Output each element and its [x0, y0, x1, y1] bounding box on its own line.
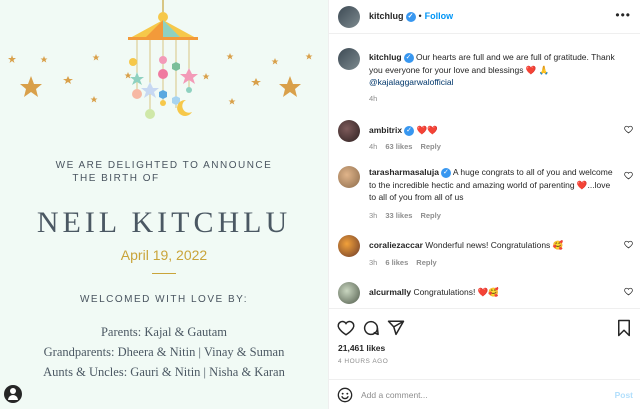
comment-time: 4h — [369, 142, 378, 151]
avatar[interactable] — [338, 6, 360, 28]
comment-emojis: ❤️ — [576, 179, 588, 190]
reply-button[interactable]: Reply — [420, 211, 440, 220]
like-comment-icon[interactable] — [624, 287, 633, 296]
comment-username[interactable]: coraliezaccar — [369, 240, 423, 250]
tagged-users-icon[interactable] — [4, 385, 22, 403]
caption-username[interactable]: kitchlug — [369, 52, 402, 62]
family-line-aunts-uncles: Aunts & Uncles: Gauri & Nitin | Nisha & … — [43, 365, 285, 379]
separator-dot: • — [418, 11, 422, 21]
like-comment-icon[interactable] — [624, 171, 633, 180]
post-panel: kitchlug ✓ • Follow ••• kitchlug ✓ Our heart… — [328, 0, 640, 409]
comment-username[interactable]: tarasharmasaluja — [369, 167, 439, 177]
comment-username[interactable]: alcurmally — [369, 287, 411, 297]
comment-time: 3h — [369, 211, 378, 220]
reply-button[interactable]: Reply — [420, 142, 440, 151]
action-bar — [329, 308, 640, 344]
header-username[interactable]: kitchlug — [369, 11, 404, 21]
verified-badge-icon: ✓ — [404, 126, 415, 136]
divider — [152, 273, 176, 274]
comment-bar: Post — [329, 379, 640, 409]
birth-date: April 19, 2022 — [120, 247, 208, 263]
post-image: WE ARE DELIGHTED TO ANNOUNCE THE BIRTH O… — [0, 0, 328, 409]
likes-count[interactable]: 21,461 likes — [338, 343, 385, 353]
save-icon[interactable] — [615, 319, 633, 337]
comment-input[interactable] — [361, 386, 601, 404]
post-header: kitchlug ✓ • Follow ••• — [329, 0, 640, 34]
avatar[interactable] — [338, 282, 360, 304]
caption-mention[interactable]: @kajalaggarwalofficial — [369, 77, 454, 87]
post-timestamp: 4 HOURS AGO — [338, 358, 389, 365]
comment-username[interactable]: ambitrix — [369, 125, 402, 135]
caption-emojis: ❤️ 🙏 — [525, 64, 550, 75]
post-comment-button[interactable]: Post — [615, 390, 633, 400]
welcomed-heading: WELCOMED WITH LOVE BY: — [79, 294, 249, 305]
like-comment-icon[interactable] — [624, 125, 633, 134]
like-comment-icon[interactable] — [624, 240, 633, 249]
avatar[interactable] — [338, 48, 360, 70]
comment-likes[interactable]: 63 likes — [385, 142, 412, 151]
avatar[interactable] — [338, 120, 360, 142]
follow-button[interactable]: Follow — [425, 11, 454, 21]
comment-text: Congratulations! — [413, 287, 476, 297]
comment-text: Wonderful news! Congratulations — [425, 240, 551, 250]
comment-icon[interactable] — [362, 319, 380, 337]
comment-emojis: 🥰 — [552, 240, 564, 250]
comment-likes[interactable]: 6 likes — [385, 258, 408, 267]
announce-line-2: THE BIRTH OF — [72, 173, 160, 184]
share-icon[interactable] — [387, 319, 405, 337]
announce-line-1: WE ARE DELIGHTED TO ANNOUNCE — [55, 160, 273, 171]
emoji-icon[interactable] — [337, 387, 353, 403]
family-line-grandparents: Grandparents: Dheera & Nitin | Vinay & S… — [43, 345, 285, 359]
comment-emojis: ❤️🥰 — [477, 287, 499, 297]
reply-button[interactable]: Reply — [416, 258, 436, 267]
family-line-parents: Parents: Kajal & Gautam — [100, 325, 227, 339]
baby-mobile-illustration — [8, 0, 313, 119]
comment-likes[interactable]: 33 likes — [385, 211, 412, 220]
verified-badge-icon: ✓ — [405, 12, 416, 22]
caption-time: 4h — [369, 94, 378, 103]
verified-badge-icon: ✓ — [440, 168, 451, 178]
avatar[interactable] — [338, 235, 360, 257]
baby-name: NEIL KITCHLU — [36, 206, 292, 239]
like-icon[interactable] — [337, 319, 355, 337]
more-horizontal-icon[interactable]: ••• — [615, 9, 631, 21]
avatar[interactable] — [338, 166, 360, 188]
verified-badge-icon: ✓ — [403, 53, 414, 63]
comment-emojis: ❤️❤️ — [416, 125, 438, 135]
comment-time: 3h — [369, 258, 378, 267]
